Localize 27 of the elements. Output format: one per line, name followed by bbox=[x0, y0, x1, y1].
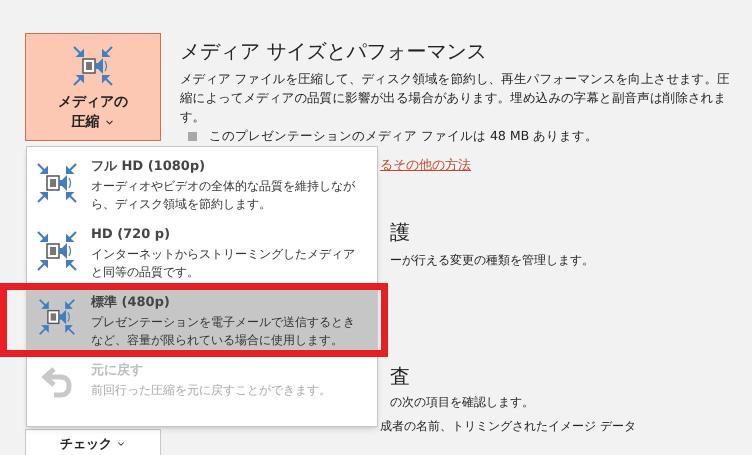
check-button[interactable]: チェック bbox=[25, 429, 161, 455]
more-options-link[interactable]: るその他の方法 bbox=[380, 156, 745, 176]
section-description: メディア ファイルを圧縮して、ディスク領域を節約し、再生パフォーマンスを向上させます。圧縮によってメディアの品質に影響が出る場合があります。埋め込みの字幕と副音声は削除されます。 bbox=[180, 70, 731, 126]
compress-media-button[interactable]: メディアの 圧縮 bbox=[25, 33, 161, 141]
section-text-fragment: ーが行える変更の種類を管理します。 bbox=[390, 252, 595, 268]
section-heading-fragment: 査 bbox=[390, 364, 411, 388]
section-title: メディア サイズとパフォーマンス bbox=[180, 38, 488, 65]
section-text-fragment: の次の項目を確認します。 bbox=[390, 394, 535, 410]
section-text-fragment: 成者の名前、トリミングされたイメージ データ bbox=[380, 418, 637, 434]
option-title: 標準 (480p) bbox=[91, 294, 171, 312]
media-size-text: このプレゼンテーションのメディア ファイルは 48 MB あります。 bbox=[209, 128, 598, 144]
option-description: インターネットからストリーミングしたメディアと同等の品質です。 bbox=[91, 246, 356, 281]
compress-media-icon bbox=[35, 161, 79, 205]
option-description: 前回行った圧縮を元に戻すことができます。 bbox=[91, 382, 332, 399]
undo-icon bbox=[42, 365, 72, 399]
bullet-icon bbox=[188, 132, 197, 140]
compression-option[interactable]: フル HD (1080p) オーディオやビデオの全体的な品質を維持しながら、ディスク領域を節約します。 bbox=[27, 151, 377, 219]
compress-media-icon bbox=[71, 44, 115, 88]
option-description: プレゼンテーションを電子メールで送信するときなど、容量が限られている場合に使用します。 bbox=[91, 314, 356, 349]
option-title: フル HD (1080p) bbox=[91, 158, 206, 176]
option-title: 元に戻す bbox=[91, 362, 144, 380]
compress-media-icon bbox=[37, 297, 77, 337]
option-description: オーディオやビデオの全体的な品質を維持しながら、ディスク領域を節約します。 bbox=[91, 178, 356, 213]
section-heading-fragment: 護 bbox=[390, 220, 411, 244]
compress-media-icon bbox=[35, 229, 79, 273]
option-title: HD (720 p) bbox=[91, 226, 172, 244]
compression-option[interactable]: HD (720 p) インターネットからストリーミングしたメディアと同等の品質です。 bbox=[27, 219, 377, 287]
